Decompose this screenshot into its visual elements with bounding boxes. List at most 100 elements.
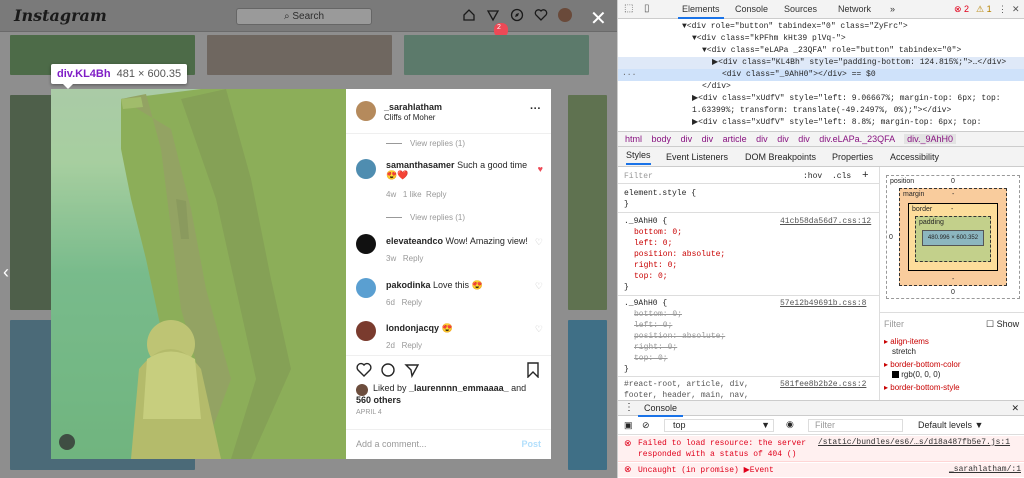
sidebar-toggle-icon[interactable]: ▣ — [624, 420, 633, 431]
css-declaration-overridden[interactable]: right: 0; — [634, 343, 677, 352]
breadcrumb-item[interactable]: div — [702, 134, 714, 144]
explore-icon[interactable] — [510, 8, 524, 22]
hov-toggle[interactable]: :hov — [803, 172, 822, 181]
others-count[interactable]: 560 others — [356, 395, 401, 405]
error-source-link[interactable]: /static/bundles/es6/…s/d18a487fb5e7.js:1 — [818, 438, 1010, 447]
commenter-avatar[interactable] — [356, 234, 376, 254]
drawer-menu-icon[interactable]: ⋮ — [624, 402, 634, 413]
subtab-styles[interactable]: Styles — [626, 147, 651, 165]
subtab-dom-breakpoints[interactable]: DOM Breakpoints — [745, 147, 816, 167]
comment-liked-heart-icon[interactable]: ♥ — [538, 164, 543, 174]
reply-button[interactable]: Reply — [402, 298, 422, 307]
position-left[interactable]: 0 — [889, 234, 893, 241]
author-username[interactable]: _sarahlatham — [384, 102, 442, 112]
rule-selector[interactable]: ._9AhH0 { — [624, 217, 667, 226]
tab-elements[interactable]: Elements — [678, 0, 724, 19]
breadcrumb-item[interactable]: div — [756, 134, 768, 144]
warning-counter[interactable]: ⚠ 1 — [976, 0, 992, 19]
heart-icon[interactable] — [534, 8, 548, 22]
breadcrumb-item[interactable]: div — [798, 134, 810, 144]
commenter-avatar[interactable] — [356, 278, 376, 298]
commenter-avatar[interactable] — [356, 159, 376, 179]
comment-username[interactable]: samanthasamer — [386, 160, 455, 170]
grid-tile[interactable] — [207, 35, 392, 75]
dom-node[interactable]: 1.63399%; transform: translate(-49.2497%… — [618, 105, 1024, 117]
tagged-user-icon[interactable] — [59, 434, 75, 450]
rule-source-link[interactable]: 57e12b49691b.css:8 — [780, 299, 866, 308]
rule-selector[interactable]: ._9AhH0 { — [624, 299, 667, 308]
breadcrumb-item[interactable]: div — [777, 134, 789, 144]
home-icon[interactable] — [462, 8, 476, 22]
breadcrumb-item-active[interactable]: div._9AhH0 — [904, 134, 957, 144]
computed-filter-input[interactable]: Filter — [884, 319, 904, 329]
drawer-tab-console[interactable]: Console — [638, 401, 684, 417]
breadcrumb-item[interactable]: body — [652, 134, 672, 144]
dom-node[interactable]: ▶<div class="xUdfV" style="left: 9.06667… — [618, 93, 1024, 105]
post-photo[interactable] — [51, 89, 346, 459]
tab-network[interactable]: Network — [838, 0, 871, 19]
comment-likes[interactable]: 1 like — [403, 190, 422, 199]
post-date[interactable]: APRIL 4 — [356, 409, 382, 416]
show-all-checkbox[interactable]: ☐ Show — [986, 319, 1019, 330]
css-declaration-overridden[interactable]: bottom: 0; — [634, 310, 682, 319]
dom-node[interactable]: ▼<div role="button" tabindex="0" class="… — [618, 21, 1024, 33]
console-filter-input[interactable]: Filter — [808, 419, 903, 432]
computed-property[interactable]: ▸ border-bottom-style — [884, 383, 960, 392]
subtab-accessibility[interactable]: Accessibility — [890, 147, 939, 167]
computed-property[interactable]: ▸ border-bottom-color — [884, 360, 961, 369]
search-input[interactable]: ⌕ Search — [236, 8, 372, 25]
rule-source-link[interactable]: 581fee8b2b2e.css:2 — [780, 380, 866, 389]
css-declaration[interactable]: left: 0; — [634, 239, 672, 248]
prev-arrow-icon[interactable]: ‹ — [3, 262, 9, 283]
author-avatar[interactable] — [356, 101, 376, 121]
add-rule-icon[interactable]: + — [862, 170, 869, 182]
liked-by-user[interactable]: _laurennnn_emmaaaa_ — [409, 383, 509, 393]
clear-console-icon[interactable]: ⊘ — [642, 420, 650, 431]
reply-button[interactable]: Reply — [402, 341, 422, 350]
css-declaration-overridden[interactable]: top: 0; — [634, 354, 668, 363]
rule-selector[interactable]: #react-root, article, div, — [624, 380, 749, 389]
position-top[interactable]: 0 — [951, 178, 955, 185]
computed-property[interactable]: ▸ align-items — [884, 337, 929, 346]
dom-node[interactable]: ▼<div class="kPFhm kHt39 plVq-"> — [618, 33, 1024, 45]
activity-icon[interactable]: 2 — [486, 8, 508, 37]
add-comment-input[interactable]: Add a comment... — [356, 439, 427, 449]
cls-toggle[interactable]: .cls — [832, 172, 851, 181]
subtab-properties[interactable]: Properties — [832, 147, 873, 167]
comment-heart-icon[interactable]: ♡ — [535, 324, 543, 335]
share-icon[interactable] — [404, 362, 420, 381]
close-devtools-icon[interactable]: ✕ — [1012, 0, 1020, 19]
eye-icon[interactable]: ◉ — [786, 419, 794, 430]
margin-bottom[interactable]: - — [952, 276, 954, 283]
more-tabs-icon[interactable]: » — [890, 0, 895, 19]
post-location[interactable]: Cliffs of Moher — [384, 113, 442, 122]
css-declaration[interactable]: bottom: 0; — [634, 228, 682, 237]
like-icon[interactable] — [356, 362, 372, 381]
box-content-size[interactable]: 480.996 × 600.352 — [922, 230, 984, 246]
dom-node[interactable]: ▶<div class="xUdfV" style="left: 8.8%; m… — [618, 117, 1024, 129]
breadcrumb-item[interactable]: div — [681, 134, 693, 144]
breadcrumb-item[interactable]: div.eLAPa._23QFA — [819, 134, 894, 144]
more-options-icon[interactable]: ··· — [530, 103, 541, 115]
dom-node[interactable]: </div> — [618, 81, 1024, 93]
color-swatch[interactable] — [892, 371, 899, 379]
comment-heart-icon[interactable]: ♡ — [535, 237, 543, 248]
tab-sources[interactable]: Sources — [784, 0, 817, 19]
comment-heart-icon[interactable]: ♡ — [535, 281, 543, 292]
grid-tile[interactable] — [568, 95, 607, 310]
css-declaration[interactable]: right: 0; — [634, 261, 677, 270]
commenter-avatar[interactable] — [356, 321, 376, 341]
rule-selector[interactable]: element.style { — [624, 189, 696, 198]
margin-top[interactable]: - — [952, 191, 954, 198]
view-replies[interactable]: View replies (1) — [386, 139, 465, 148]
view-replies[interactable]: View replies (1) — [386, 213, 465, 222]
tab-console[interactable]: Console — [735, 0, 768, 19]
reply-button[interactable]: Reply — [403, 254, 423, 263]
close-drawer-icon[interactable]: ✕ — [1011, 401, 1019, 415]
comment-icon[interactable] — [380, 362, 396, 381]
grid-tile[interactable] — [404, 35, 589, 75]
device-toolbar-icon[interactable]: ▯ — [644, 3, 650, 14]
post-button[interactable]: Post — [521, 439, 541, 449]
grid-tile[interactable] — [568, 320, 607, 470]
error-source-link[interactable]: _sarahlatham/:1 — [949, 465, 1021, 474]
